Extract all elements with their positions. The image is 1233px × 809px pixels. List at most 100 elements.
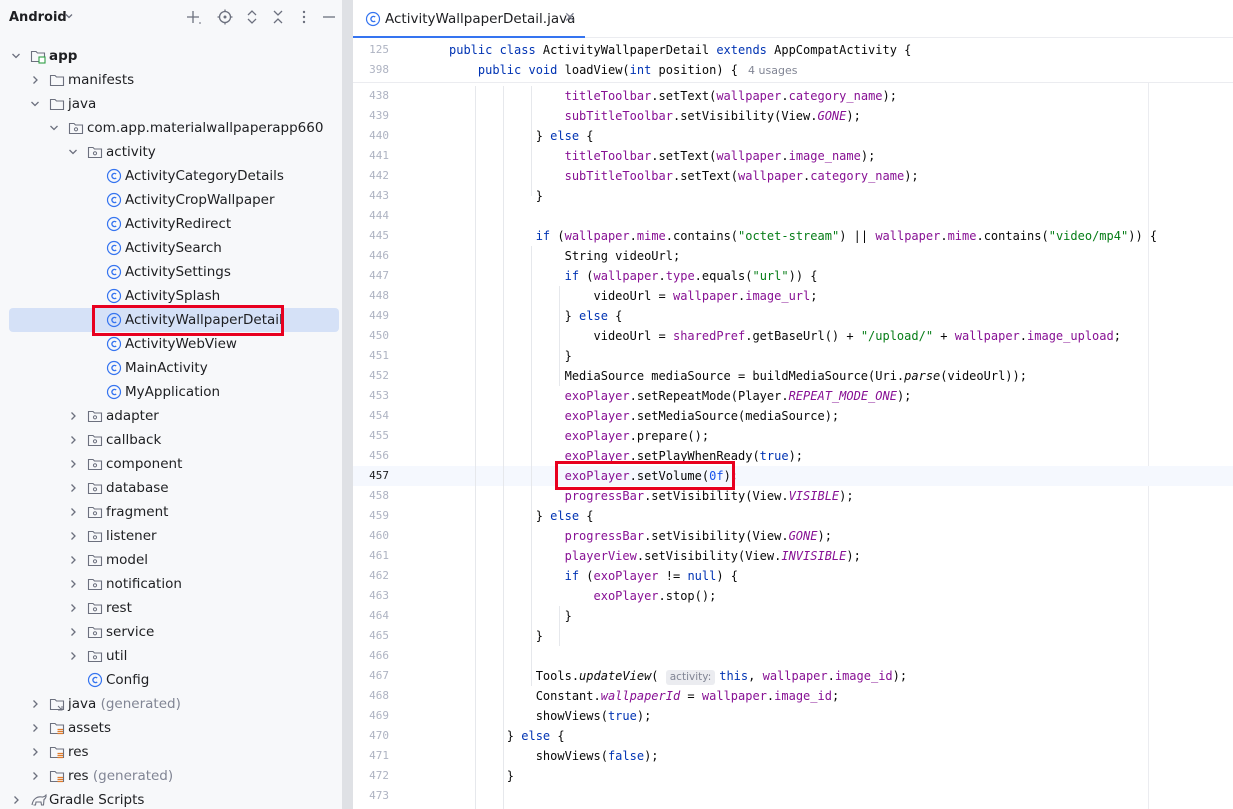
code-line[interactable]: videoUrl = sharedPref.getBaseUrl() + "/u… (449, 326, 1120, 346)
chevron-right-icon[interactable] (67, 554, 79, 566)
line-number[interactable]: 473 (353, 786, 389, 806)
minimize-icon[interactable] (320, 8, 338, 26)
line-number[interactable]: 461 (353, 546, 389, 566)
chevron-right-icon[interactable] (67, 434, 79, 446)
code-line[interactable]: exoPlayer.setMediaSource(mediaSource); (449, 406, 840, 426)
code-line[interactable]: } (449, 766, 514, 786)
tree-item[interactable]: ActivitySettings (0, 260, 342, 284)
line-number[interactable]: 452 (353, 366, 389, 386)
tree-item[interactable]: model (0, 548, 342, 572)
tree-item[interactable]: activity (0, 140, 342, 164)
close-icon[interactable]: ✕ (564, 10, 576, 26)
line-number[interactable]: 440 (353, 126, 389, 146)
code-line[interactable]: Constant.wallpaperId = wallpaper.image_i… (449, 686, 840, 706)
tree-item[interactable]: com.app.materialwallpaperapp660 (0, 116, 342, 140)
chevron-right-icon[interactable] (67, 626, 79, 638)
tree-item[interactable]: manifests (0, 68, 342, 92)
line-number[interactable]: 453 (353, 386, 389, 406)
chevron-right-icon[interactable] (67, 602, 79, 614)
target-icon[interactable] (216, 8, 234, 26)
line-number[interactable]: 444 (353, 206, 389, 226)
code-line[interactable]: titleToolbar.setText(wallpaper.category_… (449, 86, 897, 106)
tree-item[interactable]: service (0, 620, 342, 644)
tree-item[interactable]: notification (0, 572, 342, 596)
code-line[interactable]: } (449, 346, 572, 366)
line-number[interactable]: 456 (353, 446, 389, 466)
code-line[interactable]: exoPlayer.setRepeatMode(Player.REPEAT_MO… (449, 386, 912, 406)
code-line[interactable]: String videoUrl; (449, 246, 681, 266)
code-line[interactable]: } else { (449, 506, 594, 526)
chevron-right-icon[interactable] (67, 578, 79, 590)
line-number[interactable]: 451 (353, 346, 389, 366)
code-area[interactable]: 438 titleToolbar.setText(wallpaper.categ… (353, 39, 1233, 809)
line-number[interactable]: 439 (353, 106, 389, 126)
code-line[interactable]: } else { (449, 126, 594, 146)
chevron-down-icon[interactable] (10, 50, 22, 62)
chevron-right-icon[interactable] (67, 530, 79, 542)
chevron-down-icon[interactable] (67, 146, 79, 158)
line-number[interactable]: 438 (353, 86, 389, 106)
line-number[interactable]: 443 (353, 186, 389, 206)
line-number[interactable]: 450 (353, 326, 389, 346)
tree-item[interactable]: listener (0, 524, 342, 548)
tree-item[interactable]: app (0, 44, 342, 68)
line-number[interactable]: 459 (353, 506, 389, 526)
tree-item[interactable]: fragment (0, 500, 342, 524)
tree-item[interactable]: util (0, 644, 342, 668)
code-line[interactable]: if (exoPlayer != null) { (449, 566, 738, 586)
chevron-right-icon[interactable] (29, 746, 41, 758)
chevron-right-icon[interactable] (10, 794, 22, 806)
chevron-right-icon[interactable] (29, 722, 41, 734)
chevron-right-icon[interactable] (67, 410, 79, 422)
line-number[interactable]: 470 (353, 726, 389, 746)
code-line[interactable]: showViews(false); (449, 746, 659, 766)
tree-item[interactable]: MyApplication (0, 380, 342, 404)
tree-item[interactable]: assets (0, 716, 342, 740)
tree-item[interactable]: component (0, 452, 342, 476)
line-number[interactable]: 125 (353, 40, 389, 60)
code-line[interactable]: } (449, 626, 543, 646)
code-line[interactable]: MediaSource mediaSource = buildMediaSour… (449, 366, 1027, 386)
line-number[interactable]: 445 (353, 226, 389, 246)
line-number[interactable]: 460 (353, 526, 389, 546)
line-number[interactable]: 468 (353, 686, 389, 706)
sticky-code-line[interactable]: public class ActivityWallpaperDetail ext… (449, 40, 911, 60)
tree-item[interactable]: ActivityRedirect (0, 212, 342, 236)
line-number[interactable]: 447 (353, 266, 389, 286)
line-number[interactable]: 398 (353, 60, 389, 80)
line-number[interactable]: 457 (353, 466, 389, 486)
tree-item[interactable]: database (0, 476, 342, 500)
code-line[interactable]: progressBar.setVisibility(View.GONE); (449, 526, 832, 546)
line-number[interactable]: 454 (353, 406, 389, 426)
line-number[interactable]: 472 (353, 766, 389, 786)
tree-item[interactable]: java (0, 92, 342, 116)
chevron-right-icon[interactable] (67, 458, 79, 470)
line-number[interactable]: 446 (353, 246, 389, 266)
sticky-code-line[interactable]: public void loadView(int position) {4 us… (449, 60, 798, 80)
editor-tab[interactable]: ActivityWallpaperDetail.java ✕ (353, 0, 585, 38)
line-number[interactable]: 441 (353, 146, 389, 166)
line-number[interactable]: 467 (353, 666, 389, 686)
line-number[interactable]: 448 (353, 286, 389, 306)
collapse-icon[interactable] (269, 8, 287, 26)
chevron-right-icon[interactable] (29, 74, 41, 86)
line-number[interactable]: 458 (353, 486, 389, 506)
add-icon[interactable] (184, 8, 202, 26)
tree-item[interactable]: res (0, 740, 342, 764)
chevron-right-icon[interactable] (67, 650, 79, 662)
line-number[interactable]: 455 (353, 426, 389, 446)
tree-item[interactable]: ActivitySearch (0, 236, 342, 260)
code-line[interactable]: } (449, 186, 543, 206)
code-line[interactable]: } else { (449, 726, 565, 746)
line-number[interactable]: 469 (353, 706, 389, 726)
line-number[interactable]: 466 (353, 646, 389, 666)
line-number[interactable]: 471 (353, 746, 389, 766)
line-number[interactable]: 442 (353, 166, 389, 186)
tree-item[interactable]: ActivityCategoryDetails (0, 164, 342, 188)
code-line[interactable]: subTitleToolbar.setVisibility(View.GONE)… (449, 106, 861, 126)
chevron-right-icon[interactable] (67, 482, 79, 494)
chevron-down-icon[interactable] (64, 11, 74, 24)
code-line[interactable]: } (449, 606, 572, 626)
code-line[interactable]: videoUrl = wallpaper.image_url; (449, 286, 817, 306)
line-number[interactable]: 462 (353, 566, 389, 586)
